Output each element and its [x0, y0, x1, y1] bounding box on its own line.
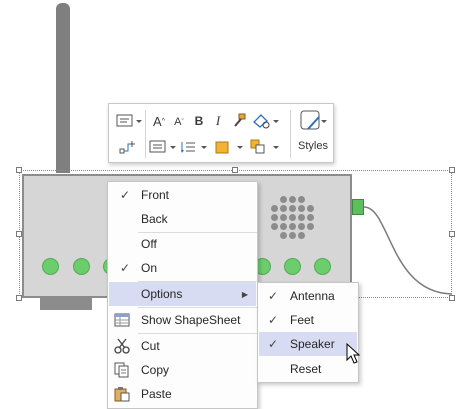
- grow-font-button[interactable]: A ^: [151, 111, 167, 131]
- connector-icon: [119, 141, 135, 154]
- submenu-item-label: Reset: [290, 362, 322, 376]
- bullets-icon: [181, 142, 207, 153]
- fill-color-icon: [215, 141, 243, 154]
- fill-dropdown[interactable]: [213, 137, 245, 157]
- text-block-icon: [116, 114, 142, 127]
- options-submenu: ✓ Antenna ✓ Feet ✓ Speaker Reset: [257, 282, 359, 383]
- caret-up-icon: ^: [161, 117, 165, 125]
- checkmark-icon: ✓: [119, 188, 131, 202]
- resize-handle[interactable]: [16, 295, 22, 301]
- menu-item-front[interactable]: ✓ Front: [109, 183, 256, 207]
- styles-icon: [300, 110, 327, 130]
- pointer-tools-dropdown[interactable]: [251, 111, 281, 131]
- menu-item-show-shapesheet[interactable]: Show ShapeSheet: [109, 308, 256, 332]
- menu-item-label: Copy: [141, 363, 170, 377]
- menu-item-label: Front: [141, 188, 170, 202]
- caret-down-icon: ˇ: [181, 118, 184, 126]
- menu-item-label: Options: [141, 287, 183, 301]
- submenu-item-reset[interactable]: Reset: [259, 357, 357, 381]
- menu-item-label: Back: [141, 212, 168, 226]
- menu-item-back[interactable]: Back: [109, 207, 256, 231]
- submenu-item-feet[interactable]: ✓ Feet: [259, 308, 357, 332]
- menu-item-label: Show ShapeSheet: [141, 313, 241, 327]
- text-style-dropdown[interactable]: [114, 111, 144, 131]
- menu-item-on[interactable]: ✓ On: [109, 256, 256, 280]
- paste-icon: [113, 385, 131, 403]
- mini-toolbar: A ^ Aˇ B I Styles: [108, 103, 334, 163]
- submenu-item-label: Antenna: [290, 289, 335, 303]
- menu-item-off[interactable]: Off: [109, 232, 256, 256]
- submenu-item-label: Speaker: [290, 337, 335, 351]
- antenna-shape[interactable]: [56, 3, 70, 173]
- submenu-arrow-icon: ▶: [241, 289, 248, 299]
- bullets-dropdown[interactable]: [179, 137, 209, 157]
- arrange-icon: [250, 139, 279, 154]
- resize-handle[interactable]: [16, 167, 22, 173]
- align-text-icon: [149, 140, 176, 153]
- styles-label[interactable]: Styles: [298, 140, 328, 152]
- context-menu: ✓ Front Back Off ✓ On Options ▶ Show Sha…: [107, 181, 258, 409]
- align-dropdown[interactable]: [149, 137, 177, 157]
- format-painter-button[interactable]: [230, 111, 248, 131]
- submenu-item-antenna[interactable]: ✓ Antenna: [259, 284, 357, 308]
- checkmark-icon: ✓: [267, 337, 279, 351]
- resize-handle[interactable]: [449, 295, 455, 301]
- shapesheet-icon: [113, 311, 131, 329]
- format-painter-icon: [234, 113, 246, 127]
- menu-item-label: Cut: [141, 339, 160, 353]
- submenu-item-speaker[interactable]: ✓ Speaker: [259, 332, 357, 356]
- menu-item-label: Paste: [141, 387, 172, 401]
- left-foot-shape: [40, 298, 92, 310]
- mouse-cursor-icon: [346, 343, 361, 364]
- arrange-dropdown[interactable]: [249, 137, 281, 157]
- submenu-item-label: Feet: [290, 313, 315, 327]
- menu-item-copy[interactable]: Copy: [109, 358, 256, 382]
- menu-item-paste[interactable]: Paste: [109, 382, 256, 406]
- menu-item-cut[interactable]: Cut: [109, 334, 256, 358]
- resize-handle[interactable]: [449, 167, 455, 173]
- resize-handle[interactable]: [16, 231, 22, 237]
- copy-icon: [113, 361, 131, 379]
- italic-button[interactable]: I: [211, 111, 225, 131]
- scissors-icon: [113, 337, 131, 355]
- checkmark-icon: ✓: [267, 313, 279, 327]
- menu-item-label: Off: [141, 237, 157, 251]
- pointer-tool-icon: [253, 114, 279, 129]
- resize-handle[interactable]: [449, 231, 455, 237]
- shrink-font-button[interactable]: Aˇ: [171, 112, 187, 132]
- resize-handle[interactable]: [232, 167, 238, 173]
- styles-button[interactable]: [299, 107, 327, 137]
- bold-button[interactable]: B: [192, 111, 206, 131]
- checkmark-icon: ✓: [119, 261, 131, 275]
- checkmark-icon: ✓: [267, 289, 279, 303]
- connector-tool-button[interactable]: [117, 137, 139, 157]
- menu-item-label: On: [141, 261, 158, 275]
- menu-item-options[interactable]: Options ▶: [109, 282, 256, 306]
